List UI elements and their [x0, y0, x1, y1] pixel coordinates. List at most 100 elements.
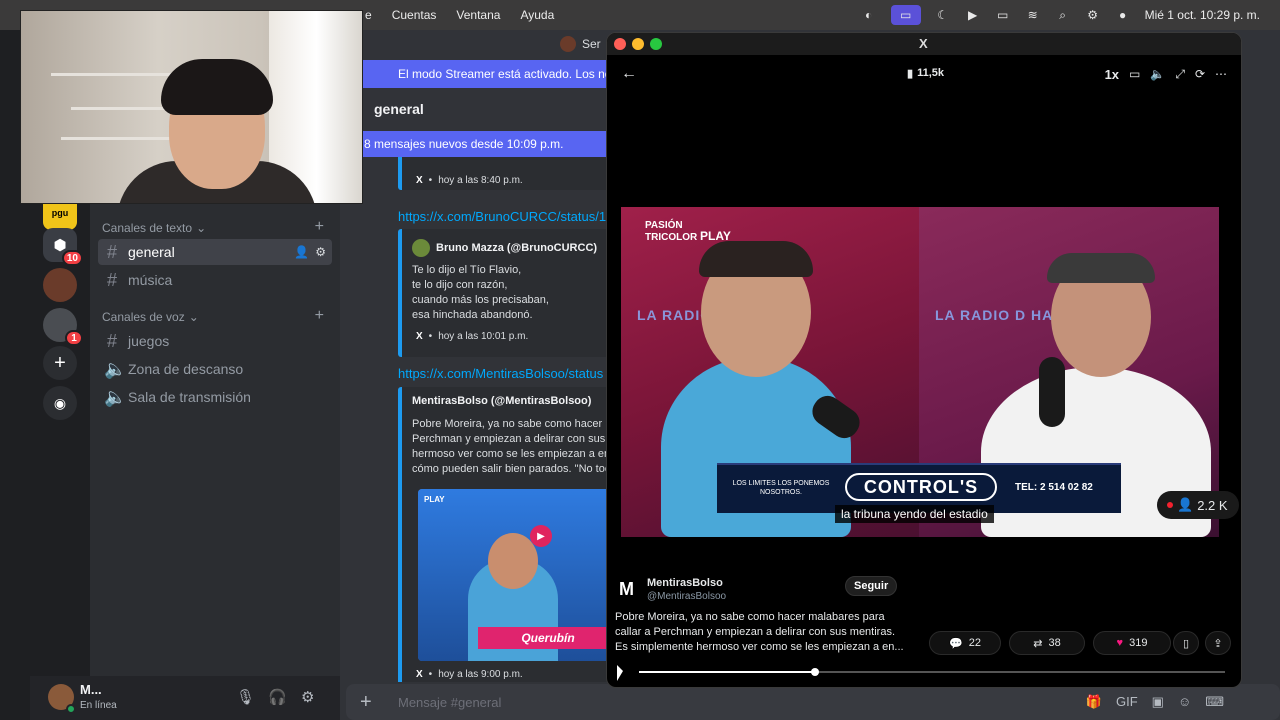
reply-button[interactable]: 💬 22 [929, 631, 1001, 655]
share-icon: ⇪ [1213, 637, 1223, 650]
message-link[interactable]: https://x.com/MentirasBolsoo/status [398, 366, 603, 381]
embed-footer: X • hoy a las 9:00 p.m. [416, 669, 523, 680]
volume-icon[interactable]: 🔈 [1150, 67, 1165, 82]
microphone-icon[interactable]: 🎙 [236, 688, 255, 706]
x-video-window: X ← ▮ 11,5k 1x ▭ 🔈 ⤢ ⟳ ⋯ PASIÓN TRICOLOR … [606, 32, 1242, 688]
window-titlebar: X [607, 33, 1241, 55]
rotate-icon[interactable]: ⟳ [1195, 67, 1205, 82]
camera-status-icon[interactable]: ◐ [861, 8, 877, 22]
play-circle-icon[interactable]: ▶ [965, 8, 981, 22]
like-button[interactable]: ♥ 319 [1093, 631, 1171, 655]
progress-fill [639, 671, 815, 673]
discover-button[interactable]: ◉ [43, 386, 77, 420]
channel-header: general [374, 101, 424, 117]
embed-footer: X • hoy a las 10:01 p.m. [416, 331, 529, 342]
playback-speed[interactable]: 1x [1105, 67, 1119, 82]
live-dot-icon [1167, 502, 1173, 508]
video-progress-bar[interactable] [639, 668, 1225, 676]
voice-channel-sala[interactable]: 🔈 Sala de transmisión [98, 384, 332, 410]
bookmark-icon: ▯ [1182, 637, 1190, 650]
webcam-overlay [20, 10, 363, 204]
app-menu: e Cuentas Ventana Ayuda [355, 0, 564, 30]
battery-icon[interactable]: ▭ [995, 8, 1011, 22]
add-server-button[interactable]: + [43, 346, 77, 380]
back-arrow-icon[interactable]: ← [621, 65, 637, 83]
moon-icon[interactable]: ☾ [935, 8, 951, 22]
fullscreen-icon[interactable]: ⤢ [1175, 67, 1185, 82]
menu-item[interactable]: Ventana [446, 8, 510, 22]
datetime[interactable]: Mié 1 oct. 10:29 p. m. [1145, 8, 1260, 22]
more-icon[interactable]: ⋯ [1215, 67, 1227, 82]
embed-card: Bruno Mazza (@BrunoCURCC) Te lo dijo el … [398, 229, 607, 357]
control-center-icon[interactable]: ⚙ [1085, 8, 1101, 22]
captions-icon[interactable]: ▭ [1129, 67, 1140, 82]
zoom-window-button[interactable] [650, 38, 662, 50]
invite-icon[interactable]: 👤 [294, 245, 309, 259]
category-voice[interactable]: Canales de voz ⌄ [102, 310, 199, 324]
message-placeholder: Mensaje #general [398, 694, 502, 710]
server-icon-shield[interactable]: ⬢ 10 [43, 228, 83, 266]
share-button[interactable]: ⇪ [1205, 631, 1231, 655]
minimize-window-button[interactable] [632, 38, 644, 50]
hash-icon: # [106, 241, 117, 262]
attach-plus-icon[interactable]: + [360, 691, 372, 714]
menu-item[interactable]: Cuentas [382, 8, 447, 22]
embed-card: MentirasBolso (@MentirasBolsoo) Pobre Mo… [398, 387, 607, 682]
channel-general[interactable]: # general 👤 ⚙ [98, 239, 332, 265]
emoji-icon[interactable]: ☺ [1178, 694, 1191, 710]
close-window-button[interactable] [614, 38, 626, 50]
search-icon[interactable]: ⌕ [1055, 8, 1071, 22]
screen-mirror-icon[interactable]: ▭ [890, 5, 921, 25]
mention-badge: 1 [65, 330, 83, 346]
online-status-dot [66, 704, 76, 714]
new-messages-bar[interactable]: 8 mensajes nuevos desde 10:09 p.m. [362, 131, 607, 157]
server-icon-person[interactable]: 1 [43, 308, 83, 346]
author-avatar [412, 239, 430, 257]
gear-icon[interactable]: ⚙ [315, 245, 326, 259]
repost-button[interactable]: ⇄ 38 [1009, 631, 1085, 655]
message-link[interactable]: https://x.com/BrunoCURCC/status/1 [398, 209, 606, 224]
bar-chart-icon: ▮ [907, 68, 914, 80]
voice-channel-zona[interactable]: 🔈 Zona de descanso [98, 356, 332, 382]
bookmark-button[interactable]: ▯ [1173, 631, 1199, 655]
siri-icon[interactable]: ● [1115, 8, 1131, 22]
video-toolbar: ← ▮ 11,5k 1x ▭ 🔈 ⤢ ⟳ ⋯ [607, 61, 1241, 89]
people-icon: 👤 [1177, 497, 1194, 512]
gif-icon[interactable]: GIF [1116, 694, 1138, 710]
add-channel-button[interactable]: + [315, 218, 324, 236]
progress-knob[interactable] [810, 668, 819, 676]
embed-author[interactable]: MentirasBolso (@MentirasBolsoo) [412, 395, 591, 407]
play-icon[interactable]: ▶ [530, 525, 552, 547]
heart-icon: ♥ [1116, 637, 1124, 649]
plus-icon: + [54, 351, 66, 374]
add-channel-button[interactable]: + [315, 307, 324, 325]
speaker-icon: 🔈 [104, 358, 127, 379]
chevron-down-icon: ⌄ [196, 221, 207, 235]
headphones-icon[interactable]: 🎧 [268, 688, 287, 706]
category-text[interactable]: Canales de texto ⌄ [102, 221, 206, 235]
mention-badge: 10 [61, 250, 83, 266]
wifi-icon[interactable]: ≋ [1025, 8, 1041, 22]
channel-juegos[interactable]: # juegos [98, 328, 332, 354]
follow-button[interactable]: Seguir [845, 576, 898, 596]
gift-icon[interactable]: 🎁 [1086, 694, 1102, 710]
video-player[interactable]: PASIÓN TRICOLOR PLAY LA RADIO HINCHA LA … [621, 207, 1219, 537]
compass-icon: ◉ [53, 394, 67, 411]
tweet-text: Pobre Moreira, ya no sabe como hacer mal… [615, 611, 904, 653]
channel-musica[interactable]: # música [98, 267, 332, 293]
speaker-icon: 🔈 [104, 386, 127, 407]
video-subtitle: la tribuna yendo del estadio [835, 505, 994, 523]
gamepad-icon[interactable]: ⌨ [1205, 694, 1224, 710]
server-icon-avatar[interactable] [43, 268, 77, 302]
author-name[interactable]: MentirasBolso [647, 577, 723, 589]
repost-icon: ⇄ [1033, 637, 1043, 650]
embed-video-thumbnail[interactable]: PLAY ▶ Querubín [418, 489, 607, 661]
menu-item[interactable]: Ayuda [510, 8, 564, 22]
user-settings-gear-icon[interactable]: ⚙ [301, 688, 314, 706]
embed-author[interactable]: Bruno Mazza (@BrunoCURCC) [412, 239, 597, 257]
message-input[interactable]: + Mensaje #general 🎁 GIF ▣ ☺ ⌨ [346, 684, 1280, 720]
sticker-icon[interactable]: ▣ [1152, 694, 1164, 710]
chevron-down-icon: ⌄ [188, 310, 199, 324]
comment-icon: 💬 [949, 637, 963, 650]
mouse-cursor [617, 665, 623, 681]
